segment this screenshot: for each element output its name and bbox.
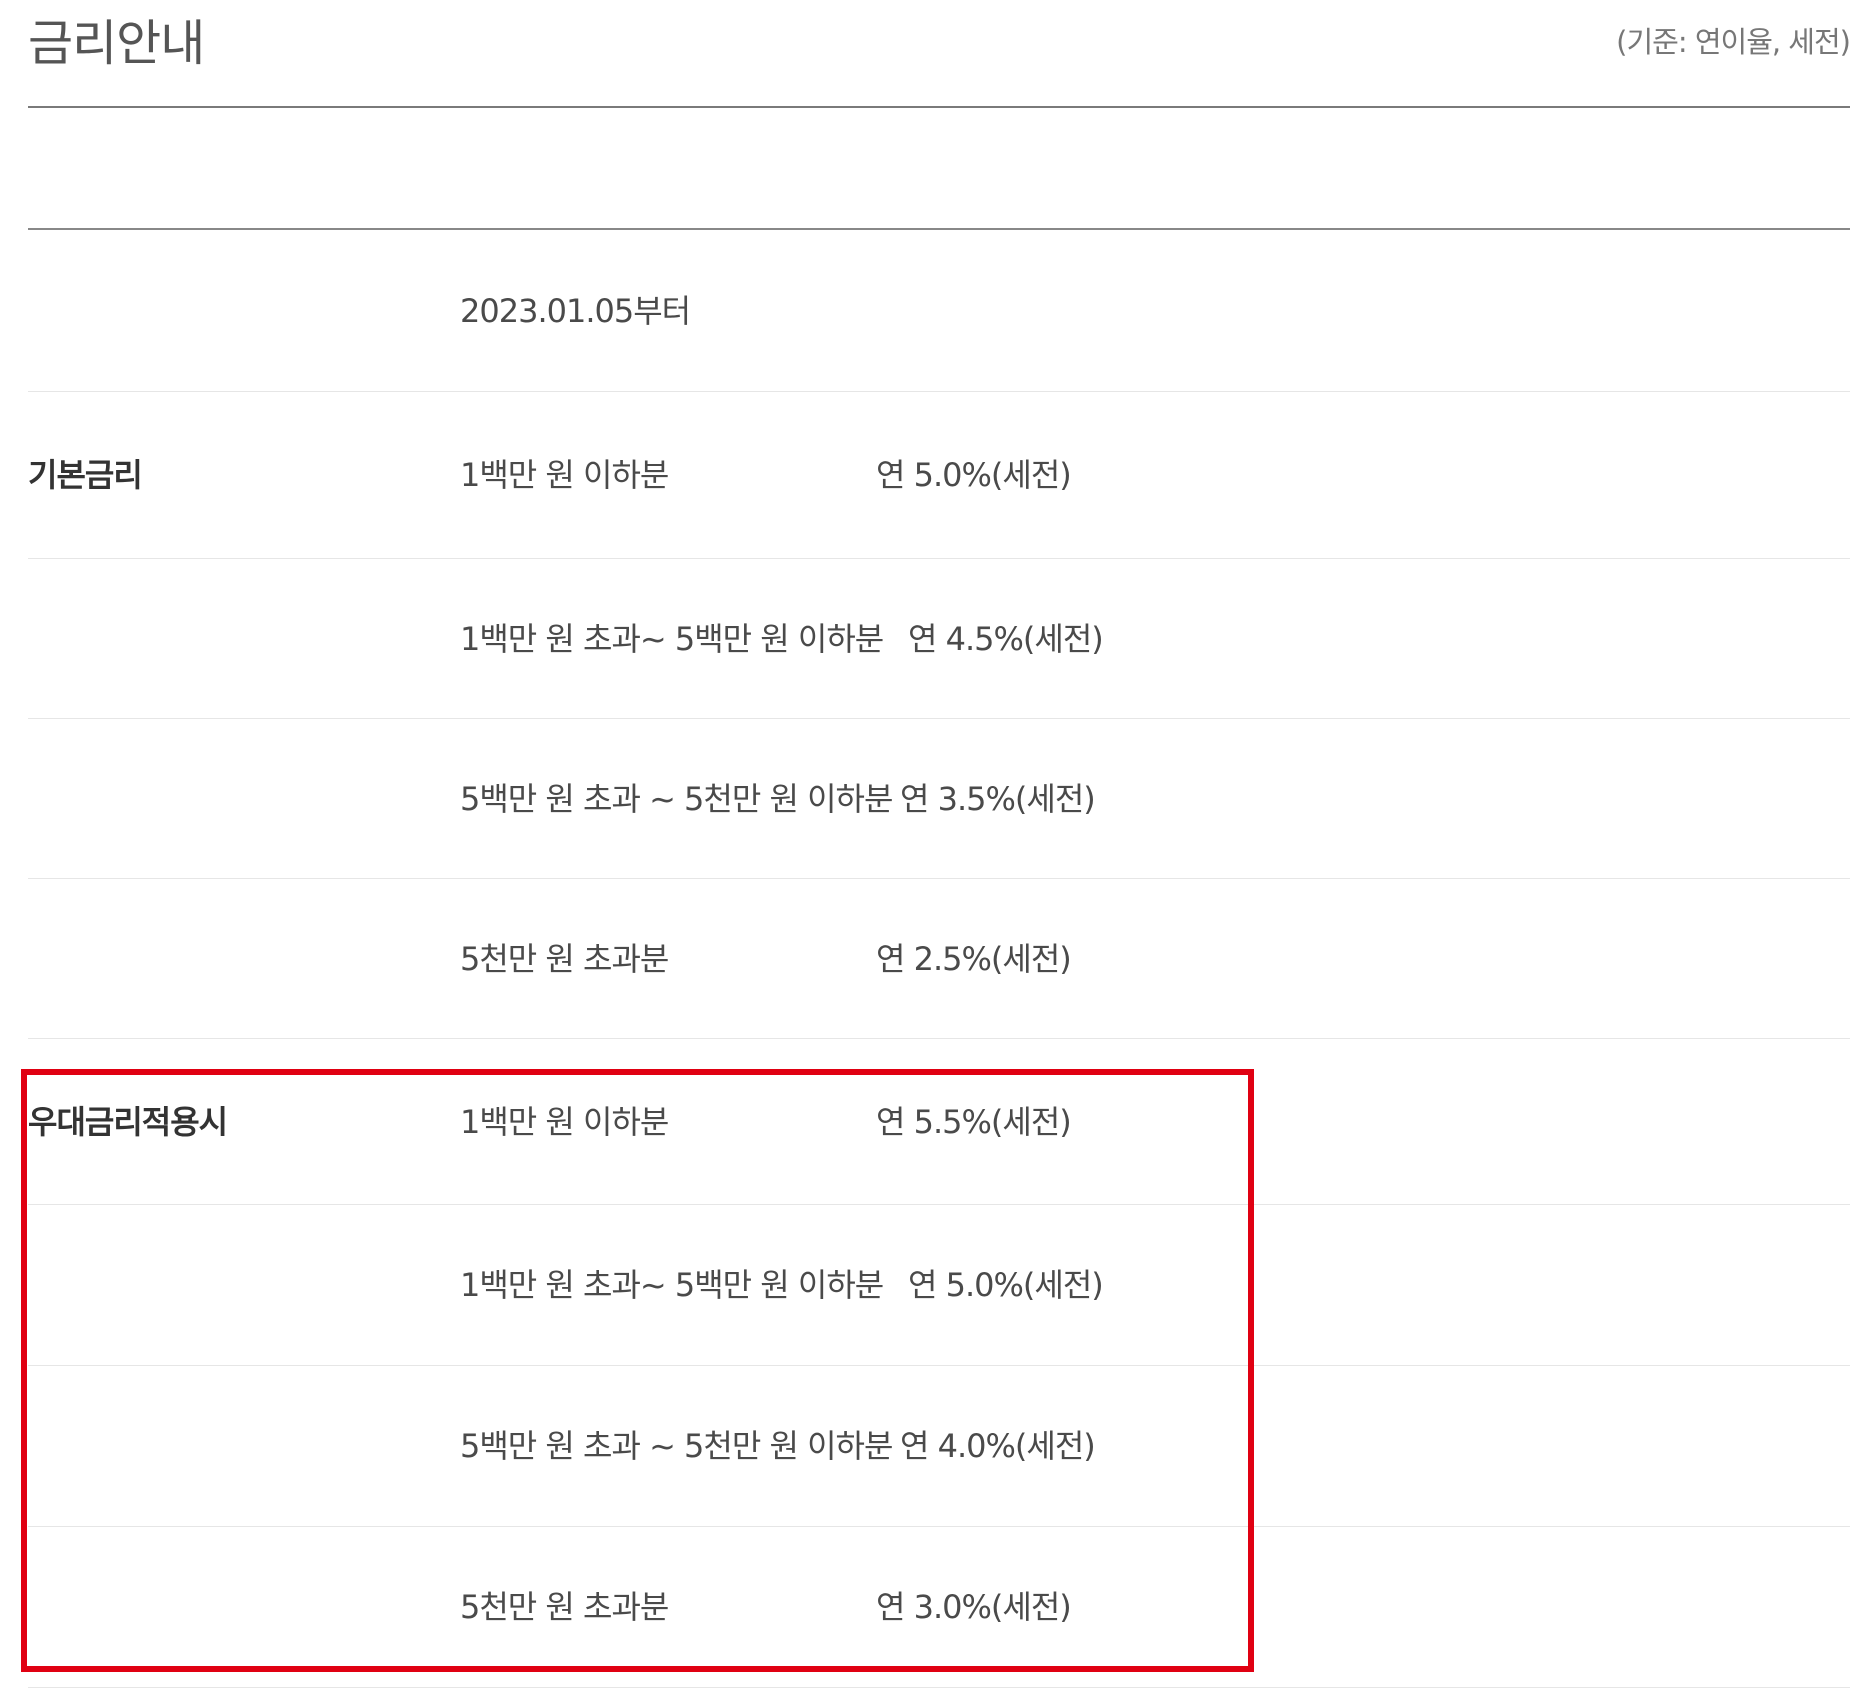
title-divider xyxy=(28,106,1850,108)
rate-value: 연 5.0%(세전) xyxy=(908,1266,1104,1304)
rate-value: 연 3.5%(세전) xyxy=(900,779,1096,818)
rate-value: 연 5.0%(세전) xyxy=(876,456,1072,494)
rate-range: 1백만 원 초과~ 5백만 원 이하분 xyxy=(460,1266,884,1304)
effective-date: 2023.01.05부터 xyxy=(460,291,691,330)
rate-value: 연 5.5%(세전) xyxy=(876,1102,1072,1141)
rate-range: 5백만 원 초과 ~ 5천만 원 이하분 xyxy=(460,779,893,818)
rate-range: 5천만 원 초과분 xyxy=(460,1588,669,1626)
rate-value: 연 2.5%(세전) xyxy=(876,939,1072,978)
rate-range: 1백만 원 이하분 xyxy=(460,456,669,494)
preferential-rate-category: 우대금리적용시 xyxy=(28,1102,228,1141)
page-title: 금리안내 xyxy=(28,15,205,72)
table-row: 우대금리적용시 1백만 원 이하분 연 5.5%(세전) xyxy=(28,1039,1850,1205)
table-row: 1백만 원 초과~ 5백만 원 이하분 연 4.5%(세전) xyxy=(28,559,1850,719)
table-row: 5백만 원 초과 ~ 5천만 원 이하분 연 4.0%(세전) xyxy=(28,1366,1850,1527)
table-row: 기본금리 1백만 원 이하분 연 5.0%(세전) xyxy=(28,392,1850,559)
rate-range: 1백만 원 초과~ 5백만 원 이하분 xyxy=(460,619,884,658)
interest-rate-info-page: 금리안내 (기준: 연이율, 세전) 2023.01.05부터 기본금리 1백만… xyxy=(21,0,1851,1688)
effective-date-row: 2023.01.05부터 xyxy=(28,230,1850,392)
interest-rate-table: 2023.01.05부터 기본금리 1백만 원 이하분 연 5.0%(세전) 1… xyxy=(28,228,1850,1688)
rate-basis-note: (기준: 연이율, 세전) xyxy=(1616,25,1851,59)
base-rate-category: 기본금리 xyxy=(28,456,143,494)
table-row: 5천만 원 초과분 연 2.5%(세전) xyxy=(28,879,1850,1039)
rate-value: 연 4.0%(세전) xyxy=(900,1427,1096,1465)
rate-value: 연 4.5%(세전) xyxy=(908,619,1104,658)
rate-range: 1백만 원 이하분 xyxy=(460,1102,669,1141)
rate-value: 연 3.0%(세전) xyxy=(876,1588,1072,1626)
table-row: 5백만 원 초과 ~ 5천만 원 이하분 연 3.5%(세전) xyxy=(28,719,1850,879)
rate-range: 5천만 원 초과분 xyxy=(460,939,669,978)
table-row: 1백만 원 초과~ 5백만 원 이하분 연 5.0%(세전) xyxy=(28,1205,1850,1366)
rate-range: 5백만 원 초과 ~ 5천만 원 이하분 xyxy=(460,1427,893,1465)
table-row: 5천만 원 초과분 연 3.0%(세전) xyxy=(28,1527,1850,1688)
